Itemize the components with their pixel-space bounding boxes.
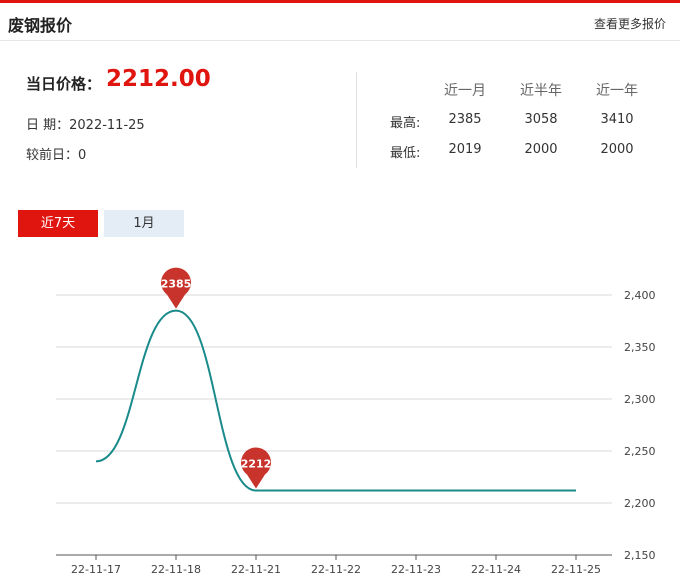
price-line-chart: 2,150 2,200 2,250 2,300 2,350 2,400 22-11-17 22… [56,267,656,576]
marker-pin: 2212 [241,447,272,489]
price-label: 当日价格： [26,75,102,93]
view-more-link[interactable]: 查看更多报价 [594,15,666,32]
stats-cell: 2019 [448,142,482,157]
tab-1-month[interactable]: 1月 [104,210,184,237]
y-tick-label: 2,250 [624,445,656,458]
series-line [95,309,576,492]
stats-column-header: 近半年 [520,83,562,99]
x-tick-label: 22-11-23 [391,563,441,576]
price-stats-table: 近一月 近半年 近一年 最高: 2385 3058 3410 最低: 2019 … [380,78,670,168]
y-tick-label: 2,400 [624,289,656,302]
x-tick-label: 22-11-25 [551,563,601,576]
x-tick-label: 22-11-22 [311,563,361,576]
price-value: 2212.00 [106,66,211,92]
stats-column-header: 近一年 [596,83,638,99]
y-tick-label: 2,300 [624,393,656,406]
x-tick-label: 22-11-21 [231,563,281,576]
section-header: 废钢报价 查看更多报价 [0,3,680,41]
marker-value-label: 2385 [161,278,192,291]
stats-column-header: 近一月 [444,83,486,99]
x-tick-label: 22-11-24 [471,563,521,576]
date-text: 日 期：2022-11-25 [26,118,145,133]
stats-cell: 2000 [600,142,634,157]
y-tick-label: 2,200 [624,497,656,510]
section-title: 废钢报价 [8,16,73,35]
marker-value-label: 2212 [241,458,272,471]
stats-cell: 2385 [448,112,482,127]
tab-7-days[interactable]: 近7天 [18,210,98,237]
stats-cell: 3058 [524,112,558,127]
vertical-divider [356,72,357,168]
y-tick-label: 2,150 [624,549,656,562]
x-tick-label: 22-11-17 [71,563,121,576]
y-tick-label: 2,350 [624,341,656,354]
change-text: 较前日：0 [26,148,87,163]
marker-pin: 2385 [161,267,192,309]
stats-cell: 3410 [600,112,634,127]
x-tick-label: 22-11-18 [151,563,201,576]
stats-cell: 2000 [524,142,558,157]
